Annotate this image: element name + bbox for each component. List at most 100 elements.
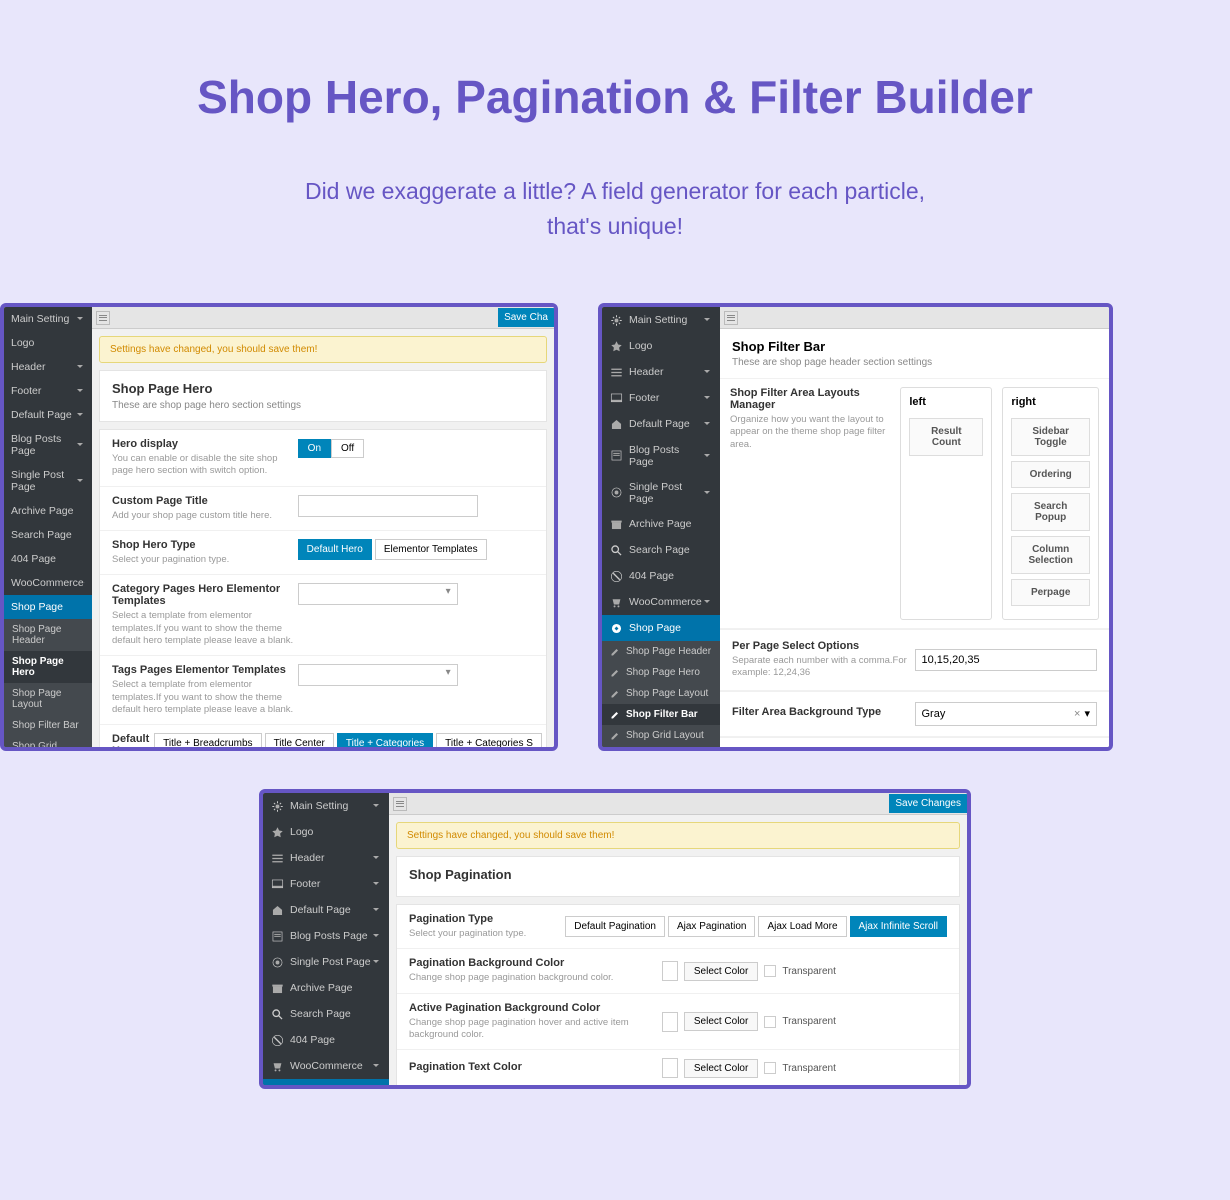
ptype-infinite[interactable]: Ajax Infinite Scroll xyxy=(850,916,947,937)
bg-type-select[interactable]: Gray×▾ xyxy=(915,702,1098,726)
cat-tpl-label: Category Pages Hero Elementor Templates xyxy=(112,583,298,607)
select-color-button[interactable]: Select Color xyxy=(684,1059,758,1078)
abgcolor-label: Active Pagination Background Color xyxy=(409,1002,662,1014)
transparent-label: Transparent xyxy=(782,1016,836,1027)
nav-single-post[interactable]: Single Post Page xyxy=(602,474,720,511)
pill-column-selection[interactable]: Column Selection xyxy=(1011,536,1090,574)
select-color-button[interactable]: Select Color xyxy=(684,1012,758,1031)
menu-toggle-icon[interactable] xyxy=(96,311,110,325)
save-button[interactable]: Save Cha xyxy=(498,308,554,327)
subnav-shop-layout[interactable]: Shop Page Layout xyxy=(4,683,92,715)
nav-single-post[interactable]: Single Post Page xyxy=(263,949,389,975)
panel-filter-bar: Main Setting Logo Header Footer Default … xyxy=(598,303,1113,751)
layouts-label: Default Hero Layouts xyxy=(112,733,154,747)
nav-main-setting[interactable]: Main Setting xyxy=(263,793,389,819)
subnav-filter-bar[interactable]: Shop Filter Bar xyxy=(4,715,92,736)
select-color-button[interactable]: Select Color xyxy=(684,962,758,981)
hero-type-elementor[interactable]: Elementor Templates xyxy=(375,539,487,560)
nav-default-page[interactable]: Default Page xyxy=(263,897,389,923)
subnav-p2-hero[interactable]: Shop Page Hero xyxy=(602,662,720,683)
color-swatch[interactable] xyxy=(662,1058,678,1078)
pill-ordering[interactable]: Ordering xyxy=(1011,461,1090,488)
nav-blog-posts[interactable]: Blog Posts Page xyxy=(4,427,92,463)
subnav-p2-filter[interactable]: Shop Filter Bar xyxy=(602,704,720,725)
menu-icon xyxy=(271,852,284,865)
nav-404[interactable]: 404 Page xyxy=(4,547,92,571)
tag-tpl-dropdown[interactable] xyxy=(298,664,458,686)
topbar: Save Cha xyxy=(92,307,554,329)
bgcolor-desc: Change shop page pagination background c… xyxy=(409,972,662,984)
nav-footer[interactable]: Footer xyxy=(263,871,389,897)
nav-header[interactable]: Header xyxy=(602,359,720,385)
pencil-icon xyxy=(610,731,620,741)
toggle-off[interactable]: Off xyxy=(331,439,364,458)
nav-logo[interactable]: Logo xyxy=(602,333,720,359)
nav-archive[interactable]: Archive Page xyxy=(263,975,389,1001)
cat-tpl-dropdown[interactable] xyxy=(298,583,458,605)
transparent-checkbox[interactable] xyxy=(764,965,776,977)
subnav-p2-grid[interactable]: Shop Grid Layout xyxy=(602,725,720,746)
pill-result-count[interactable]: Result Count xyxy=(909,418,983,456)
save-notice: Settings have changed, you should save t… xyxy=(99,336,547,363)
subnav-p2-layout[interactable]: Shop Page Layout xyxy=(602,683,720,704)
nav-woocommerce[interactable]: WooCommerce xyxy=(263,1053,389,1079)
panel-shop-hero: Main Setting Logo Header Footer Default … xyxy=(0,303,558,751)
menu-toggle-icon[interactable] xyxy=(724,311,738,325)
nav-shop-page[interactable]: Shop Page xyxy=(602,615,720,641)
subnav-p2-product[interactable]: Shop Product Style xyxy=(602,746,720,747)
pill-perpage[interactable]: Perpage xyxy=(1011,579,1090,606)
nav-footer[interactable]: Footer xyxy=(602,385,720,411)
nav-woocommerce[interactable]: WooCommerce xyxy=(4,571,92,595)
pill-sidebar-toggle[interactable]: Sidebar Toggle xyxy=(1011,418,1090,456)
nav-404[interactable]: 404 Page xyxy=(602,563,720,589)
ptype-loadmore[interactable]: Ajax Load More xyxy=(758,916,846,937)
nav-woocommerce[interactable]: WooCommerce xyxy=(602,589,720,615)
transparent-checkbox[interactable] xyxy=(764,1062,776,1074)
nav-main-setting[interactable]: Main Setting xyxy=(4,307,92,331)
layouts-mgr-desc: Organize how you want the layout to appe… xyxy=(730,414,892,451)
sidebar: Main Setting Logo Header Footer Default … xyxy=(602,307,720,747)
nav-blog-posts[interactable]: Blog Posts Page xyxy=(602,437,720,474)
toggle-on[interactable]: On xyxy=(298,439,331,458)
transparent-checkbox[interactable] xyxy=(764,1016,776,1028)
subnav-shop-hero[interactable]: Shop Page Hero xyxy=(4,651,92,683)
color-swatch[interactable] xyxy=(662,961,678,981)
custom-title-input[interactable] xyxy=(298,495,478,517)
layout-opt-3[interactable]: Title + Categories xyxy=(337,733,433,747)
nav-logo[interactable]: Logo xyxy=(4,331,92,355)
subnav-p2-header[interactable]: Shop Page Header xyxy=(602,641,720,662)
ptype-default[interactable]: Default Pagination xyxy=(565,916,665,937)
nav-header[interactable]: Header xyxy=(263,845,389,871)
perpage-input[interactable] xyxy=(915,649,1098,671)
nav-footer[interactable]: Footer xyxy=(4,379,92,403)
subnav-shop-header[interactable]: Shop Page Header xyxy=(4,619,92,651)
ptype-ajax[interactable]: Ajax Pagination xyxy=(668,916,756,937)
nav-single-post[interactable]: Single Post Page xyxy=(4,463,92,499)
nav-archive[interactable]: Archive Page xyxy=(602,511,720,537)
nav-default-page[interactable]: Default Page xyxy=(4,403,92,427)
nav-shop-page[interactable]: Shop Page xyxy=(263,1079,389,1085)
save-button[interactable]: Save Changes xyxy=(889,794,967,813)
layout-opt-1[interactable]: Title + Breadcrumbs xyxy=(154,733,261,747)
nav-header[interactable]: Header xyxy=(4,355,92,379)
transparent-label: Transparent xyxy=(782,966,836,977)
nav-main-setting[interactable]: Main Setting xyxy=(602,307,720,333)
pill-search-popup[interactable]: Search Popup xyxy=(1011,493,1090,531)
nav-logo[interactable]: Logo xyxy=(263,819,389,845)
transparent-label: Transparent xyxy=(782,1063,836,1074)
nav-shop-page[interactable]: Shop Page xyxy=(4,595,92,619)
hero-type-default[interactable]: Default Hero xyxy=(298,539,372,560)
nav-archive[interactable]: Archive Page xyxy=(4,499,92,523)
subnav-grid[interactable]: Shop Grid Layout xyxy=(4,736,92,747)
nav-blog-posts[interactable]: Blog Posts Page xyxy=(263,923,389,949)
layout-opt-2[interactable]: Title Center xyxy=(265,733,334,747)
menu-toggle-icon[interactable] xyxy=(393,797,407,811)
nav-default-page[interactable]: Default Page xyxy=(602,411,720,437)
nav-search[interactable]: Search Page xyxy=(602,537,720,563)
nav-404[interactable]: 404 Page xyxy=(263,1027,389,1053)
bg-type-label: Filter Area Background Type xyxy=(732,706,915,718)
nav-search[interactable]: Search Page xyxy=(4,523,92,547)
nav-search[interactable]: Search Page xyxy=(263,1001,389,1027)
color-swatch[interactable] xyxy=(662,1012,678,1032)
layout-opt-4[interactable]: Title + Categories S xyxy=(436,733,542,747)
